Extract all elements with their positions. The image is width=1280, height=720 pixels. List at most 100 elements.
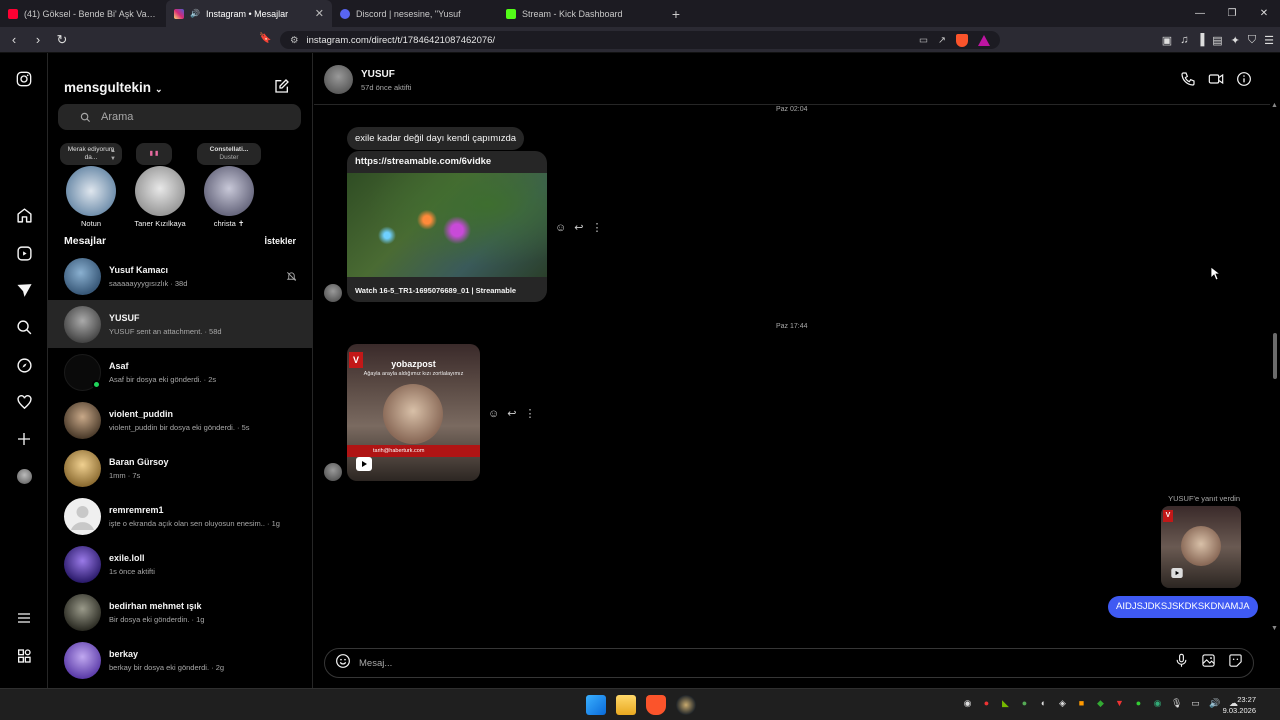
close-window-icon[interactable]: ✕	[1248, 0, 1280, 27]
speaker-icon[interactable]: 🔊	[190, 9, 200, 18]
scrollbar-thumb[interactable]	[1273, 333, 1277, 379]
avatar[interactable]	[324, 65, 353, 94]
forward-icon[interactable]: ›	[28, 32, 48, 47]
windows-start-icon[interactable]	[586, 695, 606, 715]
chat-title[interactable]: YUSUF	[361, 69, 395, 80]
back-icon[interactable]: ‹	[4, 32, 24, 47]
phone-icon[interactable]	[1180, 71, 1196, 92]
clock-date: 9.03.2026	[1222, 706, 1256, 715]
vpn-icon[interactable]: ⛉	[1248, 34, 1256, 47]
tray-app-icon[interactable]: ◐	[1038, 698, 1049, 709]
site-info-icon[interactable]: ⚙	[290, 35, 299, 46]
brave-rewards-icon[interactable]	[978, 34, 990, 46]
reels-icon[interactable]	[12, 241, 36, 265]
browser-tab-instagram[interactable]: 🔊 Instagram • Mesajlar ✕	[166, 0, 332, 27]
brave-shield-icon[interactable]	[956, 33, 968, 47]
sidebar-icon[interactable]: ▐	[1196, 34, 1204, 46]
react-emoji-icon[interactable]: ☺	[488, 408, 499, 420]
league-client-icon[interactable]	[676, 695, 696, 715]
microphone-icon[interactable]	[1174, 653, 1189, 673]
minimize-icon[interactable]: —	[1184, 0, 1216, 27]
more-options-icon[interactable]: ⋮	[524, 407, 535, 420]
file-explorer-icon[interactable]	[616, 695, 636, 715]
sent-message-bubble[interactable]: AIDJSJDKSJSKDKSKDNAMJA	[1108, 596, 1258, 618]
browser-tab-kick[interactable]: Stream - Kick Dashboard	[498, 0, 664, 27]
scroll-up-icon[interactable]: ▲	[1271, 102, 1278, 109]
emoji-picker-icon[interactable]	[335, 653, 351, 674]
chat-scrollbar[interactable]: ▲ ▼	[1270, 102, 1280, 637]
cast-icon[interactable]: ▭	[919, 35, 928, 46]
conversation-row[interactable]: Yusuf Kamacı saaaaayyygısızlık · 38d	[48, 252, 313, 300]
play-icon[interactable]	[356, 457, 372, 471]
video-call-icon[interactable]	[1208, 71, 1224, 92]
conversation-name: YUSUF	[109, 312, 140, 323]
tray-app-icon[interactable]: ●	[1133, 698, 1144, 709]
requests-link[interactable]: İstekler	[264, 236, 296, 246]
reload-icon[interactable]: ↻	[52, 32, 72, 48]
link-preview-card[interactable]: https://streamable.com/6vidke Watch 16-5…	[347, 151, 547, 302]
reply-icon[interactable]: ↩	[507, 407, 516, 420]
home-icon[interactable]	[12, 203, 36, 227]
media-icon[interactable]: ♫	[1180, 34, 1188, 46]
brave-browser-icon[interactable]	[646, 695, 666, 715]
conversation-row[interactable]: violent_puddin violent_puddin bir dosya e…	[48, 396, 313, 444]
video-thumbnail[interactable]	[347, 173, 547, 277]
tray-app-icon[interactable]: ●	[981, 698, 992, 709]
profile-avatar-icon[interactable]	[12, 464, 36, 488]
conversation-row[interactable]: remremrem1 işte o ekranda açık olan sen o…	[48, 492, 313, 540]
volume-icon[interactable]: 🔊	[1209, 698, 1220, 709]
nvidia-icon[interactable]: ◣	[1000, 698, 1011, 709]
instagram-logo-icon[interactable]	[12, 67, 36, 91]
tray-app-icon[interactable]: ▼	[1114, 698, 1125, 709]
tray-app-icon[interactable]: ◈	[1057, 698, 1068, 709]
scroll-down-icon[interactable]: ▼	[1271, 625, 1278, 632]
conversation-row[interactable]: Asaf Asaf bir dosya eki gönderdi. · 2s	[48, 348, 313, 396]
new-message-icon[interactable]	[274, 78, 290, 99]
messages-icon[interactable]	[12, 278, 36, 302]
reply-icon[interactable]: ↩	[574, 221, 583, 234]
link-url[interactable]: https://streamable.com/6vidke	[355, 156, 491, 167]
search-icon[interactable]	[12, 315, 36, 339]
replied-reel-thumbnail[interactable]: V	[1161, 506, 1241, 588]
info-icon[interactable]	[1236, 71, 1252, 92]
leo-ai-icon[interactable]: ✦	[1231, 34, 1240, 47]
create-plus-icon[interactable]	[12, 427, 36, 451]
search-field[interactable]: Arama	[58, 104, 301, 130]
conversation-row[interactable]: Baran Gürsoy 1mm · 7s	[48, 444, 313, 492]
address-bar[interactable]: ⚙ instagram.com/direct/t/178464210874620…	[280, 31, 1000, 49]
message-bubble[interactable]: exile kadar değil dayı kendi çapımızda	[347, 127, 525, 150]
sticker-icon[interactable]	[1228, 653, 1243, 673]
network-icon[interactable]: ▭	[1190, 698, 1201, 709]
conversation-row-selected[interactable]: YUSUF YUSUF sent an attachment. · 58d	[48, 300, 313, 348]
conversation-row[interactable]: bedirhan mehmet ışık Bir dosya eki gönder…	[48, 588, 313, 636]
screenshot-icon[interactable]: ▣	[1162, 34, 1172, 47]
tray-app-icon[interactable]: ◉	[1152, 698, 1163, 709]
image-upload-icon[interactable]	[1201, 653, 1216, 673]
share-icon[interactable]: ↗	[938, 35, 946, 46]
tray-app-icon[interactable]: ◆	[1095, 698, 1106, 709]
message-input[interactable]	[359, 657, 1139, 669]
steam-icon[interactable]: ◉	[962, 698, 973, 709]
system-clock[interactable]: 23:27 9.03.2026	[1223, 694, 1256, 716]
conversation-row[interactable]: exile.loll 1s önce aktifti	[48, 540, 313, 588]
account-switcher[interactable]: mensgultekin ⌄	[64, 80, 163, 95]
react-emoji-icon[interactable]: ☺	[555, 222, 566, 234]
browser-tab-discord[interactable]: Discord | nesesine, "Yusuf	[332, 0, 498, 27]
new-tab-button[interactable]: +	[664, 6, 688, 22]
microphone-tray-icon[interactable]: 🎙	[1171, 698, 1182, 709]
menu-icon[interactable]: ☰	[1264, 34, 1274, 47]
browser-tab-youtube[interactable]: (41) Göksel - Bende Bi' Aşk Var (Full A	[0, 0, 166, 27]
also-from-meta-icon[interactable]	[12, 644, 36, 668]
wallet-icon[interactable]: ▤	[1212, 34, 1222, 47]
notifications-heart-icon[interactable]	[12, 390, 36, 414]
more-options-icon[interactable]: ⋮	[591, 221, 602, 234]
tray-app-icon[interactable]: ●	[1019, 698, 1030, 709]
shared-reel[interactable]: V yobazpost Ağayla arayla aldığımız kızı…	[347, 344, 480, 481]
bookmark-icon[interactable]: 🔖	[259, 33, 271, 44]
explore-icon[interactable]	[12, 353, 36, 377]
tray-app-icon[interactable]: ■	[1076, 698, 1087, 709]
more-menu-icon[interactable]	[12, 606, 36, 630]
restore-icon[interactable]: ❐	[1216, 0, 1248, 27]
conversation-row[interactable]: berkay berkay bir dosya eki gönderdi. · 2…	[48, 636, 313, 684]
close-tab-icon[interactable]: ✕	[315, 7, 324, 20]
